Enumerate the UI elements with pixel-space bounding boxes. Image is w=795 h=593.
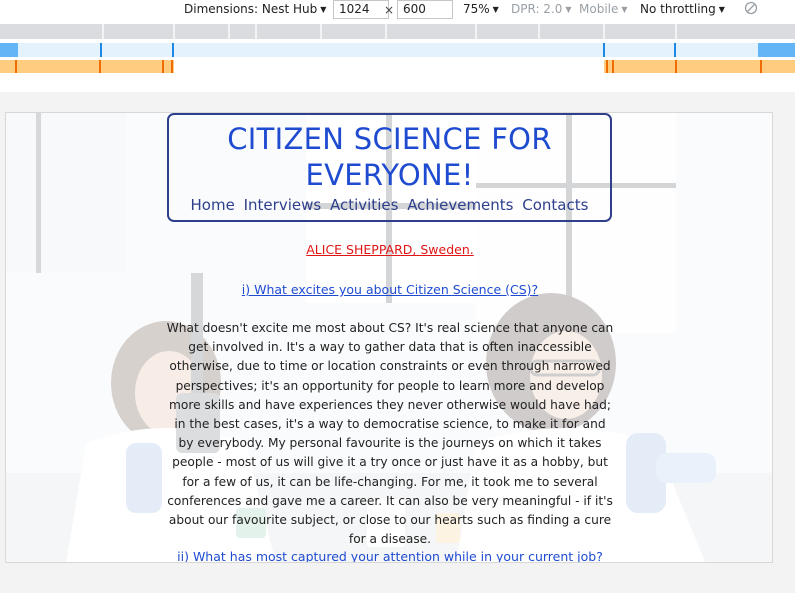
nav-link-activities[interactable]: Activities	[330, 196, 398, 214]
rotate-icon[interactable]	[744, 1, 758, 15]
media-query-bar-min-width[interactable]	[0, 60, 795, 73]
mq-divider	[173, 24, 175, 39]
mq-breakpoint[interactable]	[171, 60, 173, 73]
mq-segment[interactable]	[0, 43, 18, 57]
chevron-down-icon: ▼	[718, 5, 725, 14]
mq-breakpoint[interactable]	[172, 43, 174, 57]
throttling-label: No throttling	[640, 2, 716, 16]
media-query-bar-max-width[interactable]	[0, 43, 795, 57]
nav-link-achievements[interactable]: Achievements	[407, 196, 513, 214]
mq-breakpoint[interactable]	[612, 60, 614, 73]
mq-breakpoint[interactable]	[99, 60, 101, 73]
dpr-label: DPR: 2.0	[511, 2, 563, 16]
dimensions-dropdown[interactable]: Dimensions: Nest Hub ▼	[184, 1, 326, 18]
nav-link-contacts[interactable]: Contacts	[522, 196, 588, 214]
dpr-dropdown[interactable]: DPR: 2.0 ▼	[511, 1, 572, 18]
mq-segment[interactable]	[604, 60, 795, 73]
zoom-label: 75%	[463, 2, 490, 16]
chevron-down-icon: ▼	[320, 5, 327, 14]
question-2-link[interactable]: ii) What has most captured your attentio…	[6, 549, 772, 562]
chevron-down-icon: ▼	[565, 5, 572, 14]
throttling-dropdown[interactable]: No throttling ▼	[640, 1, 725, 18]
chevron-down-icon: ▼	[492, 5, 499, 14]
nav-link-interviews[interactable]: Interviews	[244, 196, 322, 214]
mq-divider	[320, 24, 322, 39]
zoom-dropdown[interactable]: 75% ▼	[463, 1, 499, 18]
mq-divider	[475, 24, 477, 39]
device-toolbar: Dimensions: Nest Hub ▼ 1024 × 600 75% ▼ DP…	[0, 0, 795, 19]
width-input[interactable]: 1024	[333, 0, 389, 19]
mq-divider	[675, 24, 677, 39]
mq-divider	[538, 24, 540, 39]
site-title: CITIZEN SCIENCE FOR EVERYONE!	[227, 122, 552, 192]
interviewee-name-link[interactable]: ALICE SHEPPARD, Sweden.	[6, 242, 772, 257]
mq-divider	[228, 24, 230, 39]
mq-divider	[603, 24, 605, 39]
mq-breakpoint[interactable]	[100, 43, 102, 57]
mq-breakpoint[interactable]	[15, 60, 17, 73]
mq-divider	[385, 24, 387, 39]
mq-segment[interactable]	[758, 43, 795, 57]
nav-link-home[interactable]: Home	[191, 196, 235, 214]
device-type-label: Mobile	[579, 2, 619, 16]
answer-1-text: What doesn't excite me most about CS? It…	[166, 321, 614, 547]
device-type-dropdown[interactable]: Mobile ▼	[579, 1, 628, 18]
mq-divider	[102, 24, 104, 39]
mq-divider	[255, 24, 257, 39]
question-1-link[interactable]: i) What excites you about Citizen Scienc…	[6, 282, 772, 297]
times-sign: ×	[384, 3, 395, 17]
mq-breakpoint[interactable]	[675, 60, 677, 73]
site-header: CITIZEN SCIENCE FOR EVERYONE! Home Inter…	[167, 113, 612, 222]
dimensions-label: Dimensions: Nest Hub	[184, 2, 318, 16]
main-nav: Home Interviews Activities Achievements …	[169, 195, 610, 215]
mq-breakpoint[interactable]	[760, 60, 762, 73]
mq-breakpoint[interactable]	[606, 60, 608, 73]
chevron-down-icon: ▼	[621, 5, 628, 14]
page-viewport: CITIZEN SCIENCE FOR EVERYONE! Home Inter…	[5, 112, 773, 563]
mq-breakpoint[interactable]	[674, 43, 676, 57]
height-input[interactable]: 600	[397, 0, 453, 19]
mq-breakpoint[interactable]	[162, 60, 164, 73]
mq-breakpoint[interactable]	[603, 43, 605, 57]
media-query-bar-grey[interactable]	[0, 24, 795, 39]
mq-segment[interactable]	[0, 60, 174, 73]
